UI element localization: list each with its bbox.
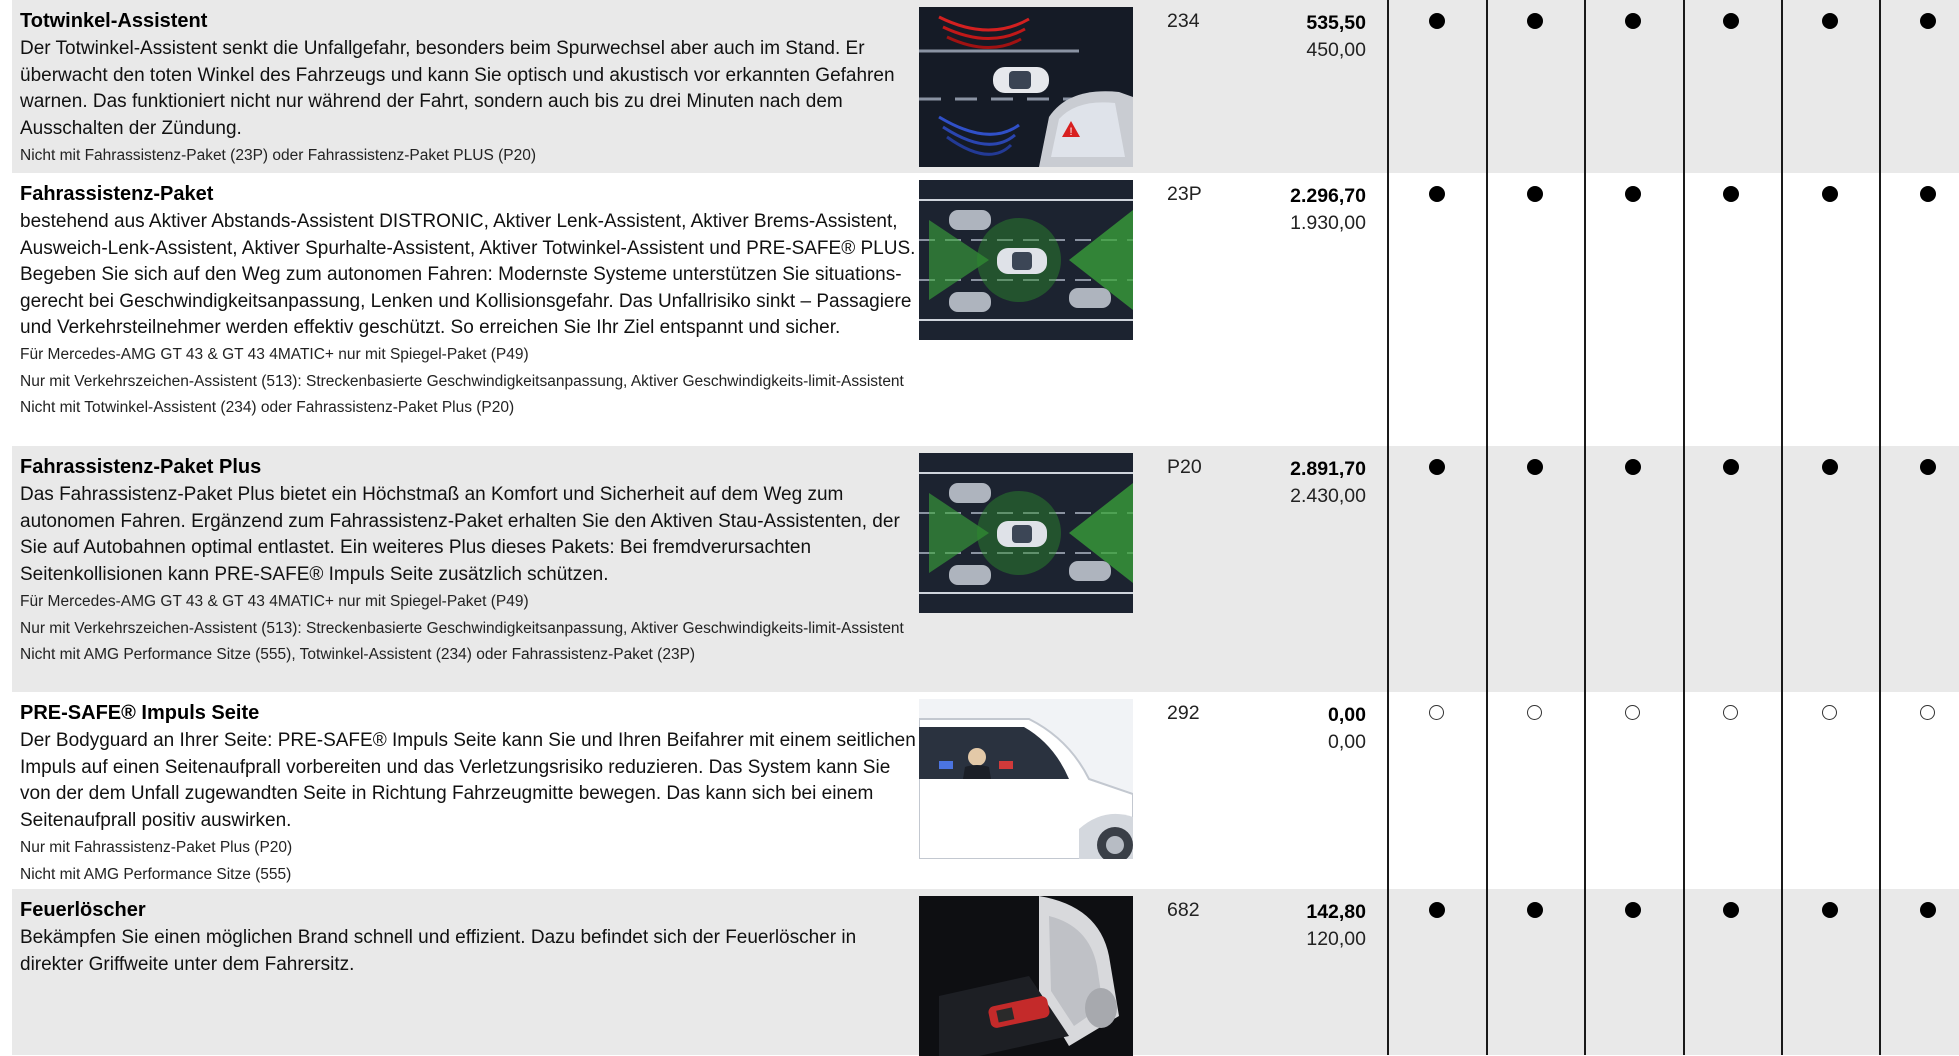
row-note: Nicht mit AMG Performance Sitze (555) (20, 865, 292, 883)
row-note: Nicht mit Fahrassistenz-Paket (23P) oder… (20, 147, 536, 164)
price-net: 450,00 (1306, 39, 1366, 61)
price: 2.296,70 1.930,00 (1290, 183, 1366, 237)
price: 0,00 0,00 (1328, 702, 1366, 756)
price-net: 120,00 (1306, 928, 1366, 950)
filled-dot-icon (1527, 902, 1543, 918)
option-code: 682 (1167, 899, 1200, 921)
table-row: Fahrassistenz-Paket Plus Das Fahrassiste… (12, 446, 1959, 692)
filled-dot-icon (1723, 186, 1739, 202)
filled-dot-icon (1625, 902, 1641, 918)
filled-dot-icon (1429, 902, 1445, 918)
filled-dot-icon (1625, 13, 1641, 29)
row-note: Nur mit Verkehrszeichen-Assistent (513):… (20, 619, 904, 637)
price-net: 0,00 (1328, 731, 1366, 753)
filled-dot-icon (1723, 902, 1739, 918)
empty-circle-icon (1625, 705, 1640, 720)
filled-dot-icon (1920, 186, 1936, 202)
price-gross: 142,80 (1306, 901, 1366, 923)
driving-assistance-package-image (919, 180, 1133, 340)
column-divider (1879, 0, 1881, 1055)
filled-dot-icon (1822, 902, 1838, 918)
filled-dot-icon (1723, 13, 1739, 29)
row-note: Nicht mit Totwinkel-Assistent (234) oder… (20, 399, 515, 416)
option-code: 234 (1167, 10, 1200, 32)
filled-dot-icon (1429, 13, 1445, 29)
row-notes: Nicht mit Fahrassistenz-Paket (23P) oder… (20, 145, 920, 172)
option-code: 23P (1167, 183, 1202, 205)
column-divider (1486, 0, 1488, 1055)
row-title: PRE-SAFE® Impuls Seite (20, 702, 260, 724)
row-note: Nur mit Fahrassistenz-Paket Plus (P20) (20, 839, 293, 856)
filled-dot-icon (1920, 459, 1936, 475)
row-title: Feuerlöscher (20, 899, 146, 921)
price: 2.891,70 2.430,00 (1290, 456, 1366, 510)
empty-circle-icon (1822, 705, 1837, 720)
row-title: Fahrassistenz-Paket Plus (20, 456, 262, 478)
table-row: PRE-SAFE® Impuls Seite Der Bodyguard an … (12, 692, 1959, 889)
row-description: Bekämpfen Sie einen möglichen Brand schn… (20, 927, 857, 975)
row-description: Das Fahrassistenz-Paket Plus bietet ein … (20, 484, 900, 585)
filled-dot-icon (1527, 186, 1543, 202)
empty-circle-icon (1920, 705, 1935, 720)
filled-dot-icon (1723, 459, 1739, 475)
row-title: Fahrassistenz-Paket (20, 183, 214, 205)
price-gross: 535,50 (1306, 12, 1366, 34)
filled-dot-icon (1429, 186, 1445, 202)
price-gross: 0,00 (1328, 704, 1366, 726)
row-notes: Für Mercedes-AMG GT 43 & GT 43 4MATIC+ n… (20, 344, 920, 424)
price: 535,50 450,00 (1306, 10, 1366, 64)
empty-circle-icon (1429, 705, 1444, 720)
row-notes: Für Mercedes-AMG GT 43 & GT 43 4MATIC+ n… (20, 591, 920, 671)
table-row: Totwinkel-Assistent Der Totwinkel-Assist… (12, 0, 1959, 173)
blind-spot-assist-image: ! (919, 7, 1133, 167)
filled-dot-icon (1822, 13, 1838, 29)
column-divider (1683, 0, 1685, 1055)
row-description: Der Totwinkel-Assistent senkt die Unfall… (20, 38, 895, 139)
filled-dot-icon (1625, 186, 1641, 202)
filled-dot-icon (1920, 13, 1936, 29)
pre-safe-impulse-side-image (919, 699, 1133, 859)
row-note: Nicht mit AMG Performance Sitze (555), T… (20, 646, 696, 663)
column-divider (1584, 0, 1586, 1055)
row-description: Der Bodyguard an Ihrer Seite: PRE-SAFE® … (20, 730, 916, 831)
driving-assistance-package-plus-image (919, 453, 1133, 613)
option-code: 292 (1167, 702, 1200, 724)
filled-dot-icon (1822, 186, 1838, 202)
empty-circle-icon (1723, 705, 1738, 720)
price: 142,80 120,00 (1306, 899, 1366, 953)
filled-dot-icon (1920, 902, 1936, 918)
column-divider (1387, 0, 1389, 1055)
price-net: 1.930,00 (1290, 212, 1366, 234)
price-gross: 2.891,70 (1290, 458, 1366, 480)
table-row: Fahrassistenz-Paket bestehend aus Aktive… (12, 173, 1959, 446)
table-row: Feuerlöscher Bekämpfen Sie einen möglich… (12, 889, 1959, 1056)
filled-dot-icon (1625, 459, 1641, 475)
svg-text:!: ! (1069, 126, 1072, 138)
row-note: Nur mit Verkehrszeichen-Assistent (513):… (20, 372, 904, 390)
empty-circle-icon (1527, 705, 1542, 720)
filled-dot-icon (1527, 459, 1543, 475)
row-notes: Nur mit Fahrassistenz-Paket Plus (P20) N… (20, 837, 920, 890)
filled-dot-icon (1527, 13, 1543, 29)
column-divider (1781, 0, 1783, 1055)
row-description: bestehend aus Aktiver Abstands-Assistent… (20, 211, 916, 338)
row-note: Für Mercedes-AMG GT 43 & GT 43 4MATIC+ n… (20, 346, 529, 363)
filled-dot-icon (1822, 459, 1838, 475)
filled-dot-icon (1429, 459, 1445, 475)
option-code: P20 (1167, 456, 1202, 478)
fire-extinguisher-image (919, 896, 1133, 1056)
price-net: 2.430,00 (1290, 485, 1366, 507)
price-gross: 2.296,70 (1290, 185, 1366, 207)
row-title: Totwinkel-Assistent (20, 10, 208, 32)
row-note: Für Mercedes-AMG GT 43 & GT 43 4MATIC+ n… (20, 593, 529, 610)
